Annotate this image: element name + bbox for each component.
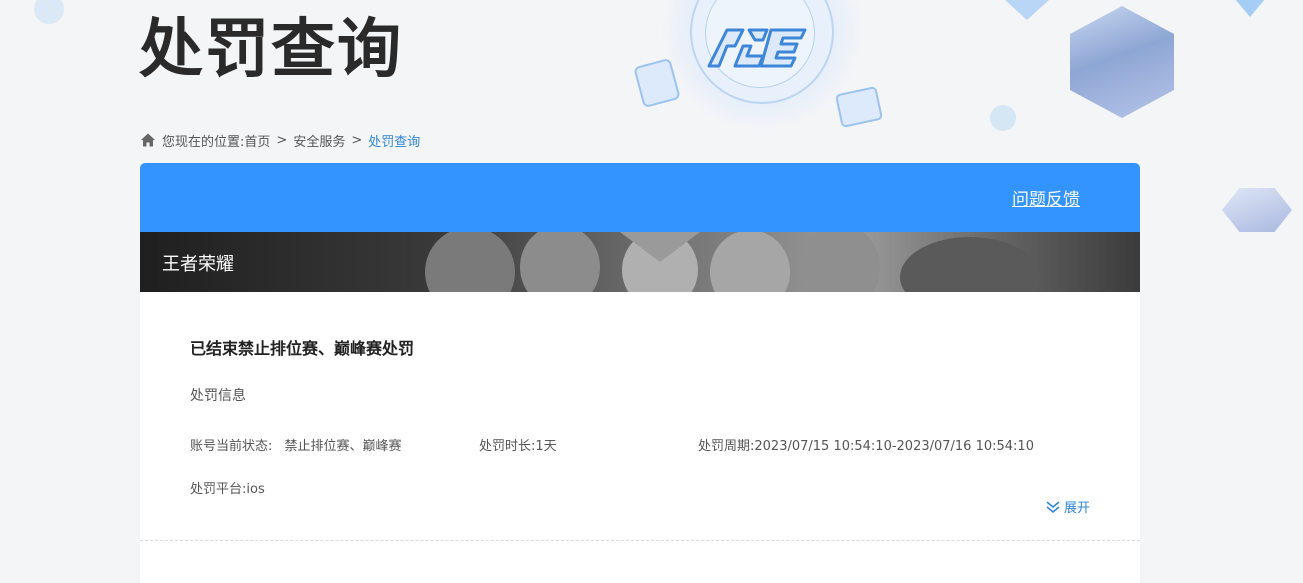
decoration-triangle: [1215, 0, 1285, 17]
penalty-platform: 处罚平台:ios: [190, 478, 1090, 497]
expand-button[interactable]: 展开: [1045, 497, 1090, 516]
feedback-link[interactable]: 问题反馈: [1012, 185, 1080, 210]
character-portrait-hexagon: [1070, 6, 1174, 118]
breadcrumb-separator: >: [276, 132, 288, 148]
card-header: 问题反馈: [140, 163, 1140, 232]
decoration-dot: [990, 105, 1016, 131]
ace-logo: [707, 28, 807, 68]
character-portrait-hexagon-small: [1222, 188, 1292, 232]
breadcrumb-item-security[interactable]: 安全服务: [293, 131, 345, 150]
penalty-card: 问题反馈 王者荣耀 已结束禁止排位赛、巅峰赛处罚 处罚信息 账号当前状态: 禁止…: [140, 163, 1140, 583]
breadcrumb: 您现在的位置: 首页 > 安全服务 > 处罚查询: [140, 130, 420, 150]
penalty-period-value: 2023/07/15 10:54:10-2023/07/16 10:54:10: [754, 439, 1034, 454]
game-name: 王者荣耀: [162, 254, 234, 275]
account-status: 账号当前状态: 禁止排位赛、巅峰赛: [190, 435, 479, 454]
penalty-duration: 处罚时长:1天: [479, 435, 698, 454]
breadcrumb-current: 处罚查询: [368, 134, 421, 150]
decoration-triangle: [972, 0, 1082, 20]
background-glow: [662, 0, 862, 130]
card-divider: [140, 540, 1140, 541]
account-status-label: 账号当前状态:: [190, 439, 273, 454]
background-ring-inner: [705, 0, 815, 88]
game-tile-decoration: [633, 57, 681, 109]
penalty-platform-label: 处罚平台:: [190, 482, 247, 497]
expand-label: 展开: [1063, 501, 1090, 516]
game-banner-art: [425, 232, 1040, 292]
home-icon: [141, 133, 155, 147]
breadcrumb-item-home[interactable]: 首页: [244, 131, 270, 150]
background-ring: [690, 0, 834, 104]
penalty-info-row: 账号当前状态: 禁止排位赛、巅峰赛 处罚时长:1天 处罚周期:2023/07/1…: [190, 435, 1090, 454]
penalty-duration-value: 1天: [535, 439, 557, 454]
game-banner: 王者荣耀: [140, 232, 1140, 292]
penalty-platform-value: ios: [246, 482, 265, 497]
penalty-info-heading: 处罚信息: [190, 388, 246, 404]
game-tile-decoration: [834, 86, 884, 128]
double-chevron-down-icon: [1046, 500, 1060, 513]
breadcrumb-prefix: 您现在的位置:: [162, 134, 245, 150]
account-status-value: 禁止排位赛、巅峰赛: [284, 439, 402, 454]
penalty-content: 已结束禁止排位赛、巅峰赛处罚 处罚信息 账号当前状态: 禁止排位赛、巅峰赛 处罚…: [140, 292, 1140, 497]
page-title: 处罚查询: [139, 13, 403, 87]
penalty-period-label: 处罚周期:: [698, 439, 755, 454]
penalty-period: 处罚周期:2023/07/15 10:54:10-2023/07/16 10:5…: [698, 435, 1034, 454]
penalty-duration-label: 处罚时长:: [479, 439, 536, 454]
penalty-title: 已结束禁止排位赛、巅峰赛处罚: [190, 339, 415, 358]
breadcrumb-separator: >: [351, 132, 363, 148]
decoration-dot: [34, 0, 64, 24]
